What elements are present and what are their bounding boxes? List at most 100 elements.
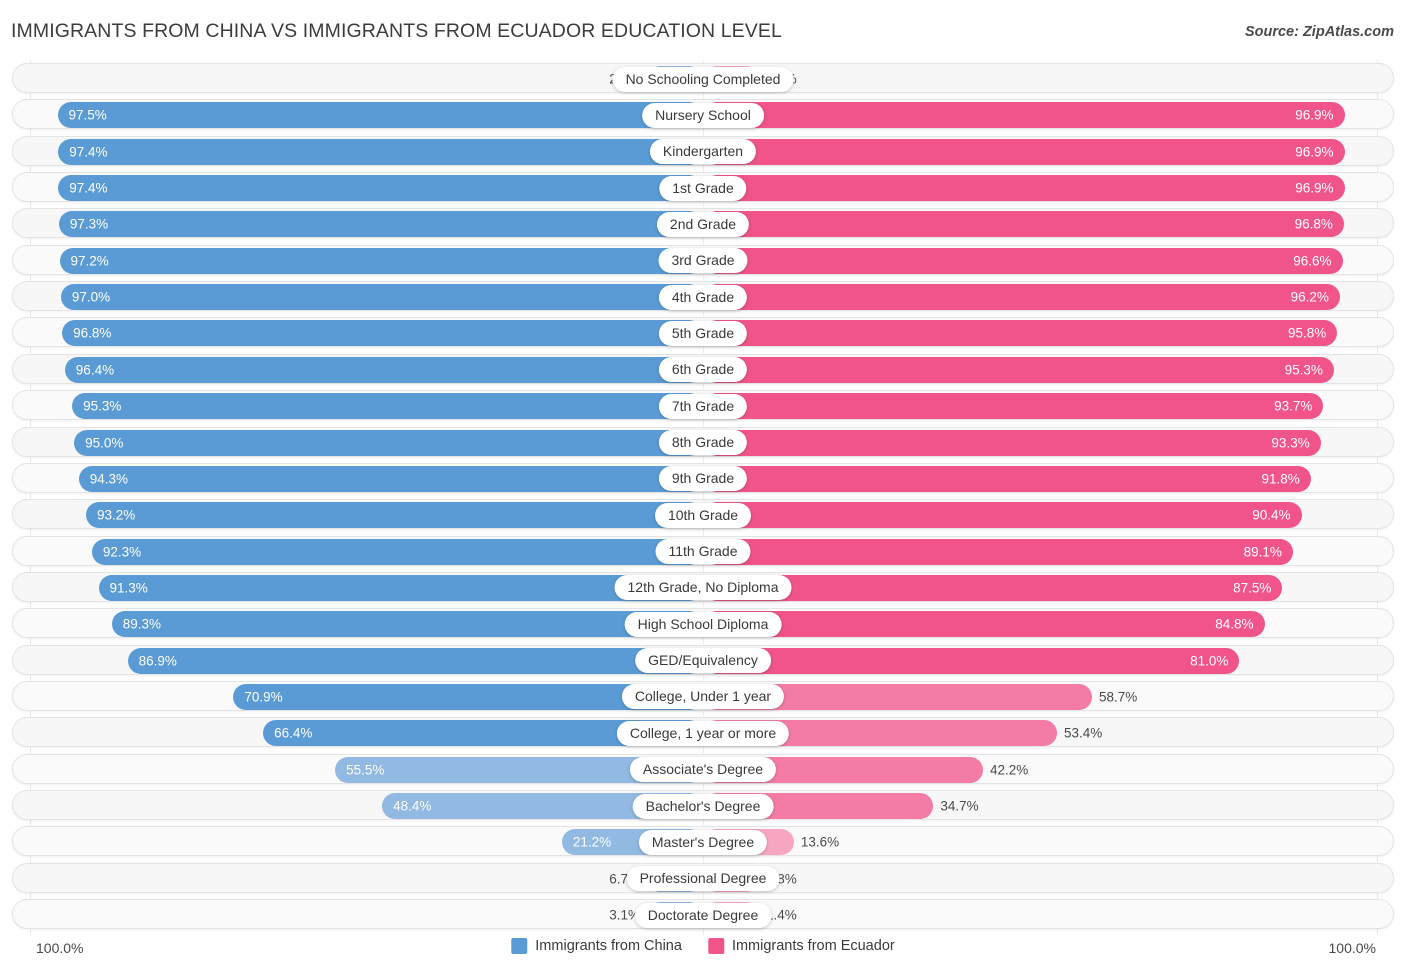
category-label: Master's Degree xyxy=(638,829,768,855)
bar-row: 89.3% 84.8% High School Diploma xyxy=(12,608,1394,639)
bar-ecuador: 89.1% xyxy=(704,538,1293,565)
bar-value-china: 21.2% xyxy=(572,834,612,850)
category-label: No Schooling Completed xyxy=(612,66,794,92)
legend-swatch-icon xyxy=(511,938,528,954)
bar-row: 6.7% 3.8% Professional Degree xyxy=(12,862,1394,893)
bar-value-ecuador: 42.2% xyxy=(989,761,1029,777)
bar-value-china: 94.3% xyxy=(89,471,128,487)
bar-value-china: 91.3% xyxy=(109,580,148,596)
bar-row: 3.1% 1.4% Doctorate Degree xyxy=(12,899,1394,930)
category-label: 1st Grade xyxy=(659,175,747,201)
legend-swatch-icon xyxy=(707,938,724,954)
category-label: Professional Degree xyxy=(626,866,780,892)
category-label: Bachelor's Degree xyxy=(632,793,774,819)
bar-value-ecuador: 58.7% xyxy=(1099,689,1138,705)
bar-row: 97.5% 96.9% Nursery School xyxy=(12,99,1394,130)
bar-value-ecuador: 90.4% xyxy=(1252,507,1291,523)
bar-row: 97.4% 96.9% Kindergarten xyxy=(12,135,1394,166)
bar-china: 94.3% xyxy=(78,465,702,492)
category-label: College, Under 1 year xyxy=(621,684,785,710)
bar-row: 96.8% 95.8% 5th Grade xyxy=(12,317,1394,348)
bar-china: 97.5% xyxy=(57,102,702,129)
bar-row: 92.3% 89.1% 11th Grade xyxy=(12,535,1394,566)
category-label: Associate's Degree xyxy=(629,757,777,783)
bar-value-ecuador: 96.9% xyxy=(1295,180,1334,196)
bar-ecuador: 93.7% xyxy=(704,393,1324,420)
bar-value-ecuador: 34.7% xyxy=(940,798,979,814)
bar-ecuador: 81.0% xyxy=(704,647,1240,674)
category-label: 4th Grade xyxy=(658,284,748,310)
bar-value-china: 97.2% xyxy=(70,253,109,268)
bar-value-china: 86.9% xyxy=(138,652,177,668)
legend-label: Immigrants from China xyxy=(535,938,682,954)
source-label: Source: ZipAtlas.com xyxy=(1244,24,1394,40)
bar-value-ecuador: 95.8% xyxy=(1287,325,1327,341)
bar-ecuador: 96.9% xyxy=(704,175,1345,202)
bar-china: 95.3% xyxy=(72,393,702,420)
bar-china: 96.8% xyxy=(62,320,702,347)
bar-value-china: 97.5% xyxy=(68,107,107,123)
bar-value-china: 89.3% xyxy=(122,616,162,632)
bar-value-china: 95.0% xyxy=(85,434,124,450)
bar-value-china: 66.4% xyxy=(274,725,313,741)
bar-china: 91.3% xyxy=(98,574,702,601)
bar-ecuador: 96.2% xyxy=(704,284,1340,311)
category-label: College, 1 year or more xyxy=(616,720,790,746)
bar-row: 48.4% 34.7% Bachelor's Degree xyxy=(12,790,1394,820)
bar-ecuador: 96.9% xyxy=(704,102,1345,129)
category-label: High School Diploma xyxy=(624,611,782,637)
bar-value-ecuador: 93.3% xyxy=(1271,434,1310,450)
chart-plot-area: 2.6%3.1%No Schooling Completed 97.5% 96.9%… xyxy=(0,60,1406,935)
category-label: 6th Grade xyxy=(658,357,748,383)
category-label: 7th Grade xyxy=(658,393,748,419)
bar-value-ecuador: 87.5% xyxy=(1233,580,1272,596)
bar-value-ecuador: 84.8% xyxy=(1215,616,1254,632)
bar-row: 97.4% 96.9% 1st Grade xyxy=(12,172,1394,203)
bar-row: 93.2% 90.4% 10th Grade xyxy=(12,499,1394,530)
bar-china: 96.4% xyxy=(64,356,702,383)
bar-ecuador: 95.3% xyxy=(704,356,1334,383)
bar-row: 21.2% 13.6% Master's Degree xyxy=(12,826,1394,857)
category-label: GED/Equivalency xyxy=(635,648,771,674)
category-label: 2nd Grade xyxy=(656,211,750,237)
bar-value-ecuador: 96.9% xyxy=(1295,107,1334,123)
category-label: 11th Grade xyxy=(655,539,751,565)
bar-value-china: 48.4% xyxy=(393,798,432,814)
axis-max-left: 100.0% xyxy=(36,940,84,956)
chart-legend: Immigrants from China Immigrants from Ecu… xyxy=(511,938,895,954)
bar-ecuador: 90.4% xyxy=(704,502,1302,529)
bar-value-china: 97.4% xyxy=(69,180,108,196)
bar-row: 70.9% 58.7% College, Under 1 year xyxy=(12,680,1394,711)
bar-china: 97.2% xyxy=(59,247,702,274)
category-label: 8th Grade xyxy=(658,430,748,455)
bar-row: 95.0% 93.3% 8th Grade xyxy=(12,426,1394,457)
category-label: 3rd Grade xyxy=(658,248,748,274)
bar-value-ecuador: 91.8% xyxy=(1261,471,1300,487)
bar-ecuador: 96.6% xyxy=(704,247,1343,274)
category-label: 5th Grade xyxy=(658,320,748,346)
bar-row: 66.4% 53.4% College, 1 year or more xyxy=(12,717,1394,748)
category-label: 10th Grade xyxy=(654,502,752,528)
category-label: Doctorate Degree xyxy=(634,902,772,928)
legend-item[interactable]: Immigrants from Ecuador xyxy=(707,938,895,954)
bar-ecuador: 96.8% xyxy=(704,211,1344,238)
bar-ecuador: 84.8% xyxy=(704,611,1265,638)
bar-row: 96.4% 95.3% 6th Grade xyxy=(12,353,1394,384)
bar-value-china: 96.8% xyxy=(73,325,112,341)
legend-label: Immigrants from Ecuador xyxy=(731,938,895,954)
bar-ecuador: 91.8% xyxy=(704,465,1311,492)
bar-china: 93.2% xyxy=(85,502,702,529)
bar-value-ecuador: 81.0% xyxy=(1190,652,1229,668)
bar-value-china: 70.9% xyxy=(244,689,283,705)
legend-item[interactable]: Immigrants from China xyxy=(511,938,682,954)
bar-value-ecuador: 96.6% xyxy=(1293,253,1332,268)
bar-ecuador: 95.8% xyxy=(704,320,1338,347)
bar-value-china: 93.2% xyxy=(96,507,136,523)
bar-china: 97.4% xyxy=(58,175,702,202)
bar-china: 97.4% xyxy=(58,138,702,165)
bar-row: 97.0% 96.2% 4th Grade xyxy=(12,281,1394,312)
bar-row: 86.9% 81.0% GED/Equivalency xyxy=(12,644,1394,675)
bar-china: 97.0% xyxy=(60,284,702,311)
bar-value-ecuador: 96.8% xyxy=(1294,216,1333,232)
page-title: IMMIGRANTS FROM CHINA VS IMMIGRANTS FROM… xyxy=(11,20,782,42)
